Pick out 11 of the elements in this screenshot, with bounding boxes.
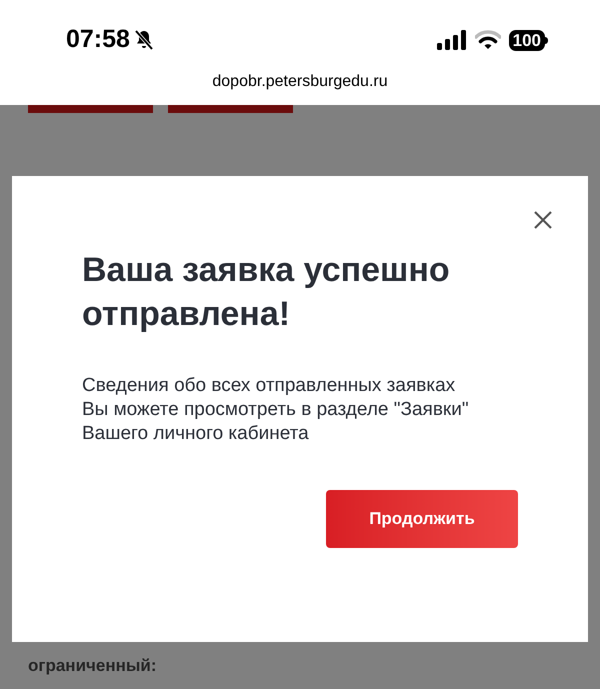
clock: 07:58 — [66, 24, 130, 56]
dialog-title: Ваша заявка успешно отправлена! — [82, 250, 451, 335]
url-text[interactable]: dopobr.petersburgedu.ru — [212, 70, 388, 94]
continue-button[interactable]: Продолжить — [326, 490, 518, 548]
signal-icon — [436, 30, 467, 50]
dialog-message: Сведения обо всех отправленных заявках Вы можете просмотреть в разделе "Заявки" Вашего личного кабинета — [82, 374, 470, 446]
wifi-icon — [474, 30, 501, 50]
battery-icon: 100 — [508, 30, 548, 50]
field-label: ограниченный: — [28, 655, 157, 677]
close-icon[interactable] — [533, 210, 553, 230]
muted-bell-icon — [134, 29, 154, 51]
